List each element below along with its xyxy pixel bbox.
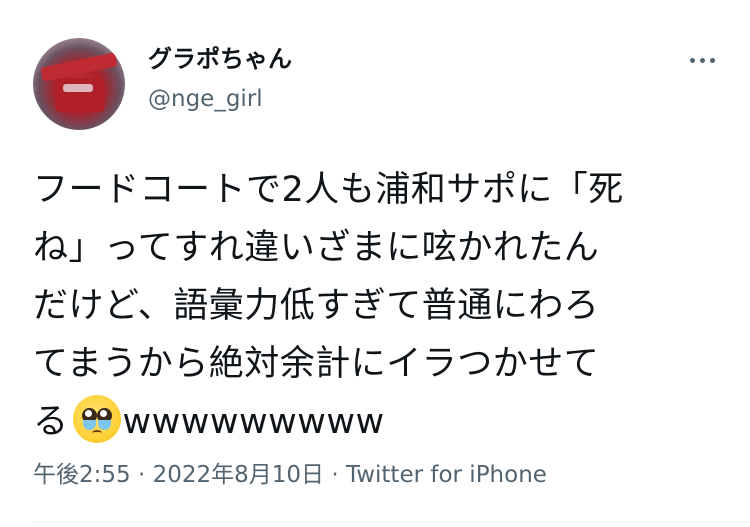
tweet-text-suffix: wwwwwwwww: [122, 402, 385, 442]
display-name[interactable]: グラポちゃん: [148, 44, 292, 74]
tweet-line: フードコートで2人も浦和サポに「死: [33, 170, 624, 210]
tweet-line: てまうから絶対余計にイラつかせて: [33, 344, 600, 384]
pleading-face-emoji-icon: [72, 395, 121, 443]
avatar[interactable]: [33, 38, 125, 130]
tweet-metadata: 午後2:55 · 2022年8月10日 · Twitter for iPhone: [33, 458, 547, 492]
tweet-line: ね」ってすれ違いざまに呟かれたん: [33, 228, 600, 268]
meta-separator: ·: [137, 462, 146, 488]
tweet-text: フードコートで2人も浦和サポに「死 ね」ってすれ違いざまに呟かれたん だけど、語…: [33, 161, 733, 451]
tweet-date[interactable]: 2022年8月10日: [153, 462, 324, 488]
meta-separator: ·: [331, 462, 339, 488]
more-horizontal-icon: [689, 57, 695, 63]
tweet-line: だけど、語彙力低すぎて普通にわろ: [33, 286, 600, 326]
tweet-text-prefix: る: [33, 402, 69, 442]
tweet-source[interactable]: Twitter for iPhone: [346, 462, 547, 488]
divider: [33, 521, 750, 522]
more-options-button[interactable]: [682, 46, 722, 74]
user-handle[interactable]: @nge_girl: [148, 84, 263, 114]
tweet-line-last: る wwwwwwwww: [33, 393, 733, 451]
tweet-time[interactable]: 午後2:55: [33, 462, 131, 488]
